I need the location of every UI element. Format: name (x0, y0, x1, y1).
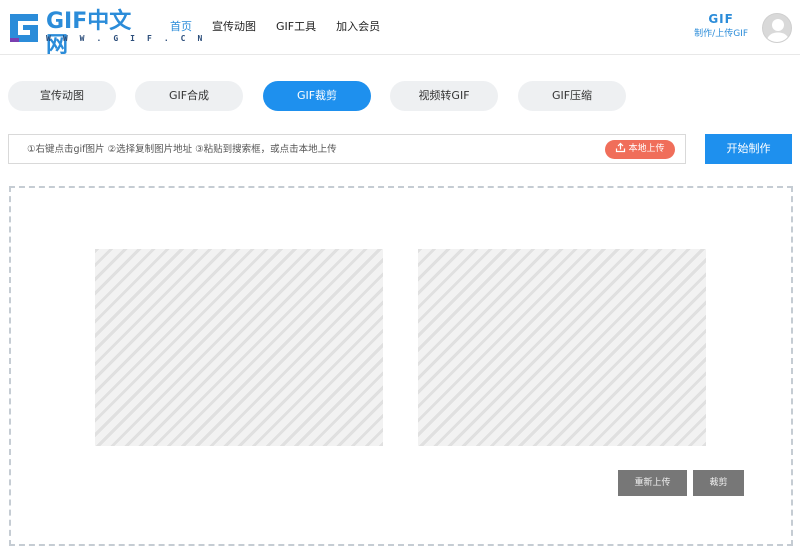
tab-video-to-gif[interactable]: 视频转GIF (390, 81, 498, 111)
reupload-button[interactable]: 重新上传 (618, 470, 687, 496)
crop-workarea: 重新上传 裁剪 (9, 186, 793, 546)
site-header: GIF中文网 W W W . G I F . C N 首页 宣传动图 GIF工具… (0, 0, 800, 58)
gif-badge: GIF (708, 12, 734, 26)
user-avatar-icon (766, 19, 790, 42)
avatar[interactable] (762, 13, 792, 43)
start-making-button[interactable]: 开始制作 (705, 134, 792, 164)
url-bar: 本地上传 (8, 134, 686, 164)
result-preview-panel (418, 249, 706, 446)
make-upload-link[interactable]: GIF 制作/上传GIF (694, 11, 748, 41)
tab-gif-compose[interactable]: GIF合成 (135, 81, 243, 111)
tab-gif-crop[interactable]: GIF裁剪 (263, 81, 371, 111)
nav-item-home[interactable]: 首页 (160, 18, 202, 36)
nav-item-gif-tools[interactable]: GIF工具 (266, 18, 326, 36)
make-upload-label: 制作/上传GIF (694, 29, 748, 39)
tool-tabs: 宣传动图 GIF合成 GIF裁剪 视频转GIF GIF压缩 (8, 81, 798, 111)
tab-gif-compress[interactable]: GIF压缩 (518, 81, 626, 111)
local-upload-label: 本地上传 (628, 144, 665, 154)
upload-icon (616, 142, 626, 153)
tab-promo-gifs[interactable]: 宣传动图 (8, 81, 116, 111)
local-upload-button[interactable]: 本地上传 (605, 140, 675, 159)
site-logo[interactable]: GIF中文网 W W W . G I F . C N (8, 10, 202, 58)
main-nav: 首页 宣传动图 GIF工具 加入会员 (160, 18, 390, 36)
gif-url-input[interactable] (27, 135, 597, 163)
logo-mark-icon (10, 14, 38, 42)
source-preview-panel (95, 249, 383, 446)
nav-item-promo-gifs[interactable]: 宣传动图 (202, 18, 266, 36)
nav-item-join-member[interactable]: 加入会员 (326, 18, 390, 36)
crop-button[interactable]: 裁剪 (693, 470, 744, 496)
